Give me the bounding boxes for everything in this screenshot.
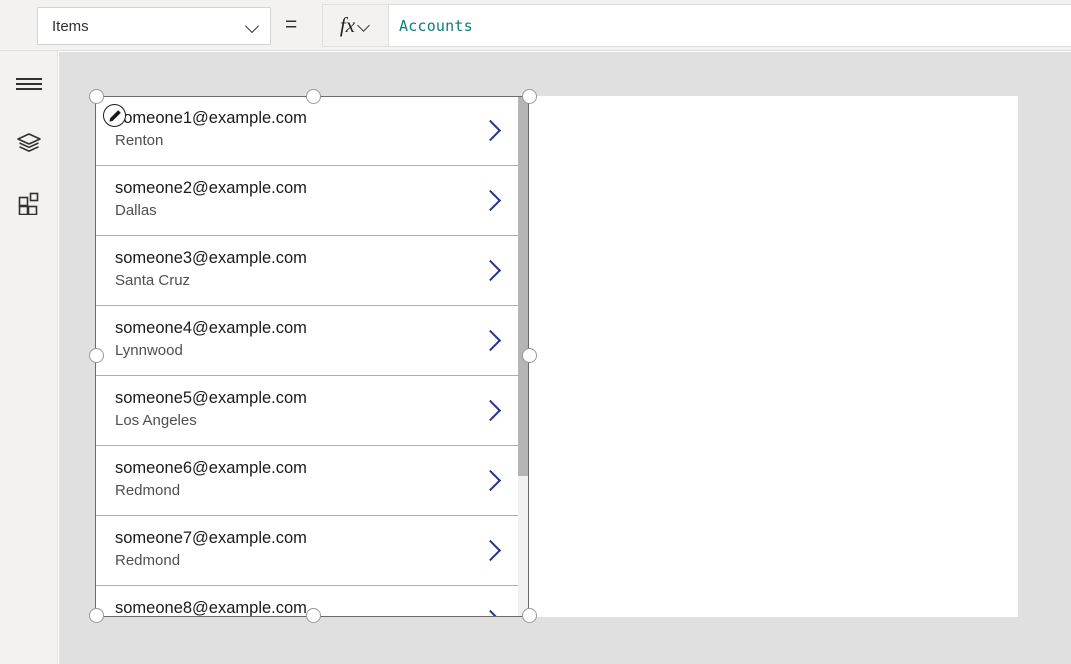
gallery-item-title: someone5@example.com	[115, 387, 519, 409]
gallery-scrollbar-thumb[interactable]	[518, 96, 529, 476]
handle-top-left[interactable]	[89, 89, 104, 104]
gallery-item-title: someone4@example.com	[115, 317, 519, 339]
gallery-item-list: someone1@example.comRentonsomeone2@examp…	[95, 96, 519, 617]
chevron-right-icon[interactable]	[481, 330, 499, 348]
formula-expression: Accounts	[399, 17, 473, 35]
gallery-item[interactable]: someone3@example.comSanta Cruz	[95, 236, 519, 306]
menu-icon[interactable]	[0, 62, 58, 106]
pencil-edit-icon[interactable]	[103, 104, 126, 127]
gallery-item-subtitle: Los Angeles	[115, 410, 519, 432]
gallery-item-subtitle: Santa Cruz	[115, 270, 519, 292]
gallery-item-title: someone1@example.com	[115, 107, 519, 129]
left-rail	[0, 51, 58, 664]
equals-sign: =	[285, 14, 297, 35]
gallery-item-title: someone6@example.com	[115, 457, 519, 479]
hamburger-glyph	[16, 77, 42, 91]
property-selector-dropdown[interactable]: Items	[37, 7, 271, 45]
insert-icon[interactable]	[0, 181, 58, 225]
chevron-right-icon[interactable]	[481, 610, 499, 618]
grid-add-glyph	[17, 191, 41, 215]
fx-icon: fx	[340, 15, 355, 36]
chevron-right-icon[interactable]	[481, 120, 499, 138]
app-screen-canvas[interactable]	[529, 96, 1018, 617]
gallery-item-title: someone7@example.com	[115, 527, 519, 549]
gallery-item-title: someone3@example.com	[115, 247, 519, 269]
gallery-item-subtitle: Dallas	[115, 200, 519, 222]
handle-bottom-center[interactable]	[306, 608, 321, 623]
gallery-item[interactable]: someone1@example.comRenton	[95, 96, 519, 166]
chevron-right-icon[interactable]	[481, 260, 499, 278]
handle-bottom-left[interactable]	[89, 608, 104, 623]
chevron-down-icon	[359, 20, 371, 32]
gallery-item[interactable]: someone6@example.comRedmond	[95, 446, 519, 516]
handle-middle-left[interactable]	[89, 348, 104, 363]
tree-view-icon[interactable]	[0, 121, 58, 165]
gallery-item-subtitle: Redmond	[115, 480, 519, 502]
handle-middle-right[interactable]	[522, 348, 537, 363]
handle-bottom-right[interactable]	[522, 608, 537, 623]
gallery-item-subtitle: Lynnwood	[115, 340, 519, 362]
property-selector-value: Items	[52, 19, 246, 34]
chevron-down-icon	[246, 19, 260, 33]
gallery-item[interactable]: someone2@example.comDallas	[95, 166, 519, 236]
power-apps-studio: Items = fx Accounts	[0, 0, 1071, 664]
gallery-item[interactable]: someone7@example.comRedmond	[95, 516, 519, 586]
fx-button[interactable]: fx	[322, 4, 388, 47]
chevron-right-icon[interactable]	[481, 400, 499, 418]
layers-glyph	[16, 131, 42, 155]
chevron-right-icon[interactable]	[481, 540, 499, 558]
chevron-right-icon[interactable]	[481, 190, 499, 208]
gallery-item[interactable]: someone4@example.comLynnwood	[95, 306, 519, 376]
gallery-item-subtitle: Renton	[115, 130, 519, 152]
formula-bar: Items = fx Accounts	[0, 0, 1071, 51]
gallery-item[interactable]: someone5@example.comLos Angeles	[95, 376, 519, 446]
formula-input[interactable]: Accounts	[388, 4, 1071, 47]
pencil-glyph	[108, 109, 122, 123]
chevron-right-icon[interactable]	[481, 470, 499, 488]
gallery-control[interactable]: someone1@example.comRentonsomeone2@examp…	[95, 96, 529, 617]
gallery-item-title: someone2@example.com	[115, 177, 519, 199]
handle-top-center[interactable]	[306, 89, 321, 104]
handle-top-right[interactable]	[522, 89, 537, 104]
gallery-item-subtitle: Redmond	[115, 550, 519, 572]
